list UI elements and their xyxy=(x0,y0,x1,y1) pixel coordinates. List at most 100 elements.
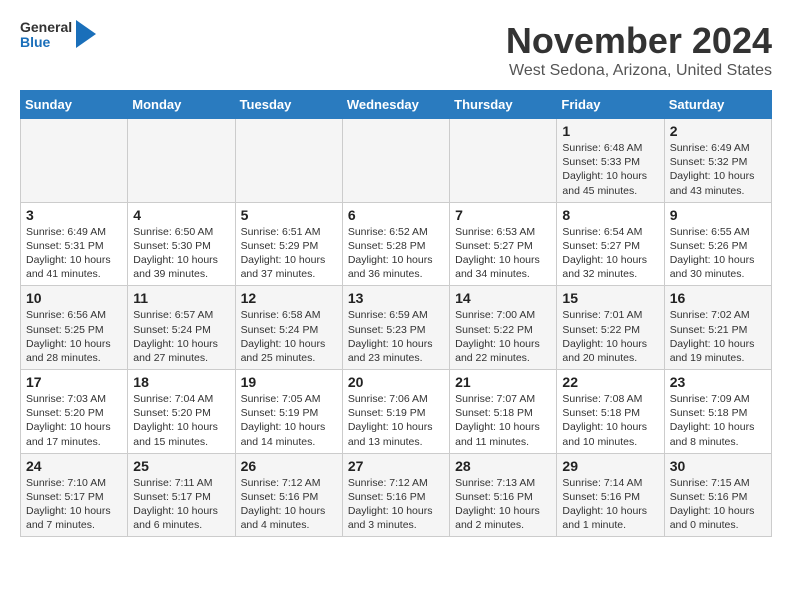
calendar-cell: 23 Sunrise: 7:09 AM Sunset: 5:18 PM Dayli… xyxy=(664,370,771,454)
day-number: 19 xyxy=(241,374,337,390)
calendar-cell: 29 Sunrise: 7:14 AM Sunset: 5:16 PM Dayli… xyxy=(557,453,664,537)
header-day-sunday: Sunday xyxy=(21,91,128,119)
calendar-cell: 18 Sunrise: 7:04 AM Sunset: 5:20 PM Dayli… xyxy=(128,370,235,454)
day-info: Sunrise: 7:13 AM Sunset: 5:16 PM Dayligh… xyxy=(455,476,551,533)
week-row-2: 10 Sunrise: 6:56 AM Sunset: 5:25 PM Dayli… xyxy=(21,286,772,370)
day-number: 4 xyxy=(133,207,229,223)
day-info: Sunrise: 6:50 AM Sunset: 5:30 PM Dayligh… xyxy=(133,225,229,282)
day-number: 1 xyxy=(562,123,658,139)
day-info: Sunrise: 7:02 AM Sunset: 5:21 PM Dayligh… xyxy=(670,308,766,365)
calendar-cell: 19Sunrise: 7:05 AM Sunset: 5:19 PM Dayli… xyxy=(235,370,342,454)
calendar-cell: 8 Sunrise: 6:54 AM Sunset: 5:27 PM Daylig… xyxy=(557,202,664,286)
day-number: 25 xyxy=(133,458,229,474)
calendar-cell: 13 Sunrise: 6:59 AM Sunset: 5:23 PM Dayli… xyxy=(342,286,449,370)
month-title: November 2024 xyxy=(506,20,772,62)
day-info: Sunrise: 7:10 AM Sunset: 5:17 PM Dayligh… xyxy=(26,476,122,533)
day-info: Sunrise: 7:06 AM Sunset: 5:19 PM Dayligh… xyxy=(348,392,444,449)
calendar-cell: 27 Sunrise: 7:12 AM Sunset: 5:16 PM Dayli… xyxy=(342,453,449,537)
day-number: 30 xyxy=(670,458,766,474)
header-day-wednesday: Wednesday xyxy=(342,91,449,119)
calendar-cell: 26 Sunrise: 7:12 AM Sunset: 5:16 PM Dayli… xyxy=(235,453,342,537)
calendar-cell: 11 Sunrise: 6:57 AM Sunset: 5:24 PM Dayli… xyxy=(128,286,235,370)
calendar-cell xyxy=(235,119,342,203)
day-info: Sunrise: 7:11 AM Sunset: 5:17 PM Dayligh… xyxy=(133,476,229,533)
day-number: 18 xyxy=(133,374,229,390)
day-number: 2 xyxy=(670,123,766,139)
day-number: 11 xyxy=(133,290,229,306)
calendar-cell: 1 Sunrise: 6:48 AM Sunset: 5:33 PM Daylig… xyxy=(557,119,664,203)
day-info: Sunrise: 6:48 AM Sunset: 5:33 PM Dayligh… xyxy=(562,141,658,198)
location-title: West Sedona, Arizona, United States xyxy=(506,62,772,80)
calendar-cell: 30 Sunrise: 7:15 AM Sunset: 5:16 PM Dayli… xyxy=(664,453,771,537)
day-number: 12 xyxy=(241,290,337,306)
day-info: Sunrise: 6:57 AM Sunset: 5:24 PM Dayligh… xyxy=(133,308,229,365)
calendar-header: SundayMondayTuesdayWednesdayThursdayFrid… xyxy=(21,91,772,119)
calendar-cell: 3Sunrise: 6:49 AM Sunset: 5:31 PM Daylig… xyxy=(21,202,128,286)
day-info: Sunrise: 7:04 AM Sunset: 5:20 PM Dayligh… xyxy=(133,392,229,449)
logo-text: General Blue xyxy=(20,20,72,51)
header-day-saturday: Saturday xyxy=(664,91,771,119)
calendar-body: 1 Sunrise: 6:48 AM Sunset: 5:33 PM Daylig… xyxy=(21,119,772,537)
header-day-monday: Monday xyxy=(128,91,235,119)
calendar-cell: 10 Sunrise: 6:56 AM Sunset: 5:25 PM Dayli… xyxy=(21,286,128,370)
day-number: 6 xyxy=(348,207,444,223)
day-number: 24 xyxy=(26,458,122,474)
day-number: 26 xyxy=(241,458,337,474)
day-info: Sunrise: 7:00 AM Sunset: 5:22 PM Dayligh… xyxy=(455,308,551,365)
calendar-table: SundayMondayTuesdayWednesdayThursdayFrid… xyxy=(20,90,772,537)
calendar-cell: 25 Sunrise: 7:11 AM Sunset: 5:17 PM Dayli… xyxy=(128,453,235,537)
day-number: 9 xyxy=(670,207,766,223)
day-number: 20 xyxy=(348,374,444,390)
day-number: 5 xyxy=(241,207,337,223)
day-info: Sunrise: 6:51 AM Sunset: 5:29 PM Dayligh… xyxy=(241,225,337,282)
week-row-1: 3Sunrise: 6:49 AM Sunset: 5:31 PM Daylig… xyxy=(21,202,772,286)
week-row-0: 1 Sunrise: 6:48 AM Sunset: 5:33 PM Daylig… xyxy=(21,119,772,203)
day-info: Sunrise: 6:54 AM Sunset: 5:27 PM Dayligh… xyxy=(562,225,658,282)
header: General Blue November 2024 West Sedona, … xyxy=(20,20,772,80)
logo-blue: Blue xyxy=(20,35,72,50)
calendar-cell: 4 Sunrise: 6:50 AM Sunset: 5:30 PM Daylig… xyxy=(128,202,235,286)
week-row-3: 17 Sunrise: 7:03 AM Sunset: 5:20 PM Dayli… xyxy=(21,370,772,454)
calendar-cell: 5 Sunrise: 6:51 AM Sunset: 5:29 PM Daylig… xyxy=(235,202,342,286)
calendar-cell: 21Sunrise: 7:07 AM Sunset: 5:18 PM Dayli… xyxy=(450,370,557,454)
calendar-cell: 12 Sunrise: 6:58 AM Sunset: 5:24 PM Dayli… xyxy=(235,286,342,370)
calendar-cell: 14Sunrise: 7:00 AM Sunset: 5:22 PM Dayli… xyxy=(450,286,557,370)
calendar-cell: 15Sunrise: 7:01 AM Sunset: 5:22 PM Dayli… xyxy=(557,286,664,370)
day-number: 8 xyxy=(562,207,658,223)
day-number: 17 xyxy=(26,374,122,390)
day-info: Sunrise: 7:08 AM Sunset: 5:18 PM Dayligh… xyxy=(562,392,658,449)
day-number: 3 xyxy=(26,207,122,223)
logo-arrow-icon xyxy=(76,20,96,48)
day-number: 13 xyxy=(348,290,444,306)
day-info: Sunrise: 7:03 AM Sunset: 5:20 PM Dayligh… xyxy=(26,392,122,449)
day-info: Sunrise: 7:14 AM Sunset: 5:16 PM Dayligh… xyxy=(562,476,658,533)
day-info: Sunrise: 7:12 AM Sunset: 5:16 PM Dayligh… xyxy=(348,476,444,533)
day-number: 7 xyxy=(455,207,551,223)
day-number: 27 xyxy=(348,458,444,474)
calendar-cell: 22 Sunrise: 7:08 AM Sunset: 5:18 PM Dayli… xyxy=(557,370,664,454)
day-info: Sunrise: 7:09 AM Sunset: 5:18 PM Dayligh… xyxy=(670,392,766,449)
title-area: November 2024 West Sedona, Arizona, Unit… xyxy=(506,20,772,80)
calendar-cell: 7Sunrise: 6:53 AM Sunset: 5:27 PM Daylig… xyxy=(450,202,557,286)
day-info: Sunrise: 7:12 AM Sunset: 5:16 PM Dayligh… xyxy=(241,476,337,533)
calendar-cell xyxy=(128,119,235,203)
calendar-cell: 28Sunrise: 7:13 AM Sunset: 5:16 PM Dayli… xyxy=(450,453,557,537)
calendar-cell: 6Sunrise: 6:52 AM Sunset: 5:28 PM Daylig… xyxy=(342,202,449,286)
day-number: 29 xyxy=(562,458,658,474)
day-number: 10 xyxy=(26,290,122,306)
calendar-cell: 9Sunrise: 6:55 AM Sunset: 5:26 PM Daylig… xyxy=(664,202,771,286)
calendar-cell: 17 Sunrise: 7:03 AM Sunset: 5:20 PM Dayli… xyxy=(21,370,128,454)
day-number: 15 xyxy=(562,290,658,306)
calendar-cell xyxy=(21,119,128,203)
day-info: Sunrise: 6:56 AM Sunset: 5:25 PM Dayligh… xyxy=(26,308,122,365)
day-number: 16 xyxy=(670,290,766,306)
header-row: SundayMondayTuesdayWednesdayThursdayFrid… xyxy=(21,91,772,119)
day-info: Sunrise: 7:07 AM Sunset: 5:18 PM Dayligh… xyxy=(455,392,551,449)
calendar-cell: 24 Sunrise: 7:10 AM Sunset: 5:17 PM Dayli… xyxy=(21,453,128,537)
day-info: Sunrise: 6:58 AM Sunset: 5:24 PM Dayligh… xyxy=(241,308,337,365)
calendar-cell: 2Sunrise: 6:49 AM Sunset: 5:32 PM Daylig… xyxy=(664,119,771,203)
day-number: 23 xyxy=(670,374,766,390)
day-number: 22 xyxy=(562,374,658,390)
day-info: Sunrise: 7:15 AM Sunset: 5:16 PM Dayligh… xyxy=(670,476,766,533)
day-info: Sunrise: 6:59 AM Sunset: 5:23 PM Dayligh… xyxy=(348,308,444,365)
